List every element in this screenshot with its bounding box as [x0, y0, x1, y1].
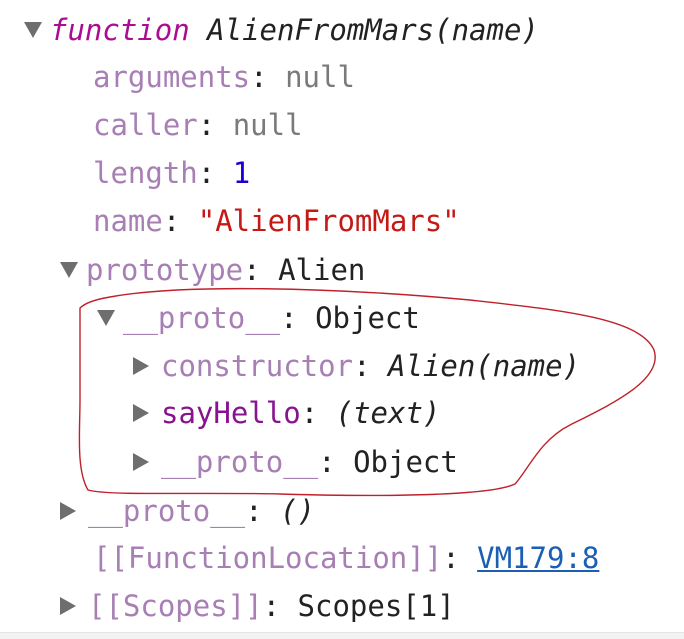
property-scopes[interactable]: [[Scopes]]: Scopes[1]	[60, 586, 455, 626]
property-arguments[interactable]: arguments: null	[93, 57, 355, 97]
property-key: caller	[93, 108, 198, 142]
property-caller[interactable]: caller: null	[93, 105, 303, 145]
property-separator: :	[353, 349, 388, 383]
property-prototype-proto[interactable]: __proto__: Object	[97, 298, 420, 338]
property-value: Alien	[278, 253, 366, 287]
function-signature: AlienFromMars(name)	[207, 13, 539, 47]
function-node[interactable]: function AlienFromMars(name)	[24, 10, 539, 50]
property-key: sayHello	[161, 396, 301, 430]
property-sayhello[interactable]: sayHello: (text)	[133, 393, 440, 433]
property-key: __proto__	[123, 301, 281, 335]
function-keyword: function	[50, 13, 190, 47]
source-location-link[interactable]: VM179:8	[477, 541, 599, 575]
property-key: [[FunctionLocation]]	[93, 541, 443, 575]
property-key: __proto__	[161, 445, 319, 479]
expand-triangle-icon[interactable]	[60, 262, 78, 278]
property-separator: :	[262, 589, 298, 623]
property-value: ()	[280, 494, 315, 528]
property-separator: :	[245, 494, 281, 528]
property-value: null	[285, 60, 355, 94]
expand-triangle-icon[interactable]	[24, 22, 42, 38]
property-key: arguments	[93, 60, 251, 94]
collapse-triangle-icon[interactable]	[133, 453, 149, 471]
property-value: null	[232, 108, 303, 142]
property-prototype[interactable]: prototype: Alien	[60, 250, 365, 290]
property-inner-proto[interactable]: __proto__: Object	[133, 442, 458, 482]
property-value: Alien(name)	[387, 349, 581, 383]
property-value: 1	[232, 156, 251, 190]
property-value: Object	[353, 445, 458, 479]
property-outer-proto[interactable]: __proto__: ()	[60, 491, 315, 531]
property-name[interactable]: name: "AlienFromMars"	[93, 201, 460, 241]
property-separator: :	[280, 301, 316, 335]
property-key: [[Scopes]]	[88, 589, 263, 623]
collapse-triangle-icon[interactable]	[133, 404, 149, 422]
property-separator: :	[243, 253, 279, 287]
property-value: (text)	[335, 396, 441, 430]
property-function-location: [[FunctionLocation]]: VM179:8	[93, 538, 599, 578]
property-key: name	[93, 204, 163, 238]
property-separator: :	[318, 445, 354, 479]
collapse-triangle-icon[interactable]	[60, 502, 76, 520]
property-value: "AlienFromMars"	[197, 204, 460, 238]
property-separator: :	[197, 156, 233, 190]
collapse-triangle-icon[interactable]	[133, 357, 149, 375]
property-value: Scopes[1]	[297, 589, 455, 623]
property-separator: :	[300, 396, 336, 430]
property-key: length	[93, 156, 198, 190]
collapse-triangle-icon[interactable]	[60, 597, 76, 615]
property-key: constructor	[161, 349, 354, 383]
property-length[interactable]: length: 1	[93, 153, 250, 193]
property-separator: :	[442, 541, 478, 575]
property-key: prototype	[86, 253, 244, 287]
property-key: __proto__	[88, 494, 246, 528]
property-constructor[interactable]: constructor: Alien(name)	[133, 346, 580, 386]
property-separator: :	[250, 60, 286, 94]
property-value: Object	[315, 301, 420, 335]
property-separator: :	[197, 108, 233, 142]
property-separator: :	[162, 204, 198, 238]
expand-triangle-icon[interactable]	[97, 310, 115, 326]
